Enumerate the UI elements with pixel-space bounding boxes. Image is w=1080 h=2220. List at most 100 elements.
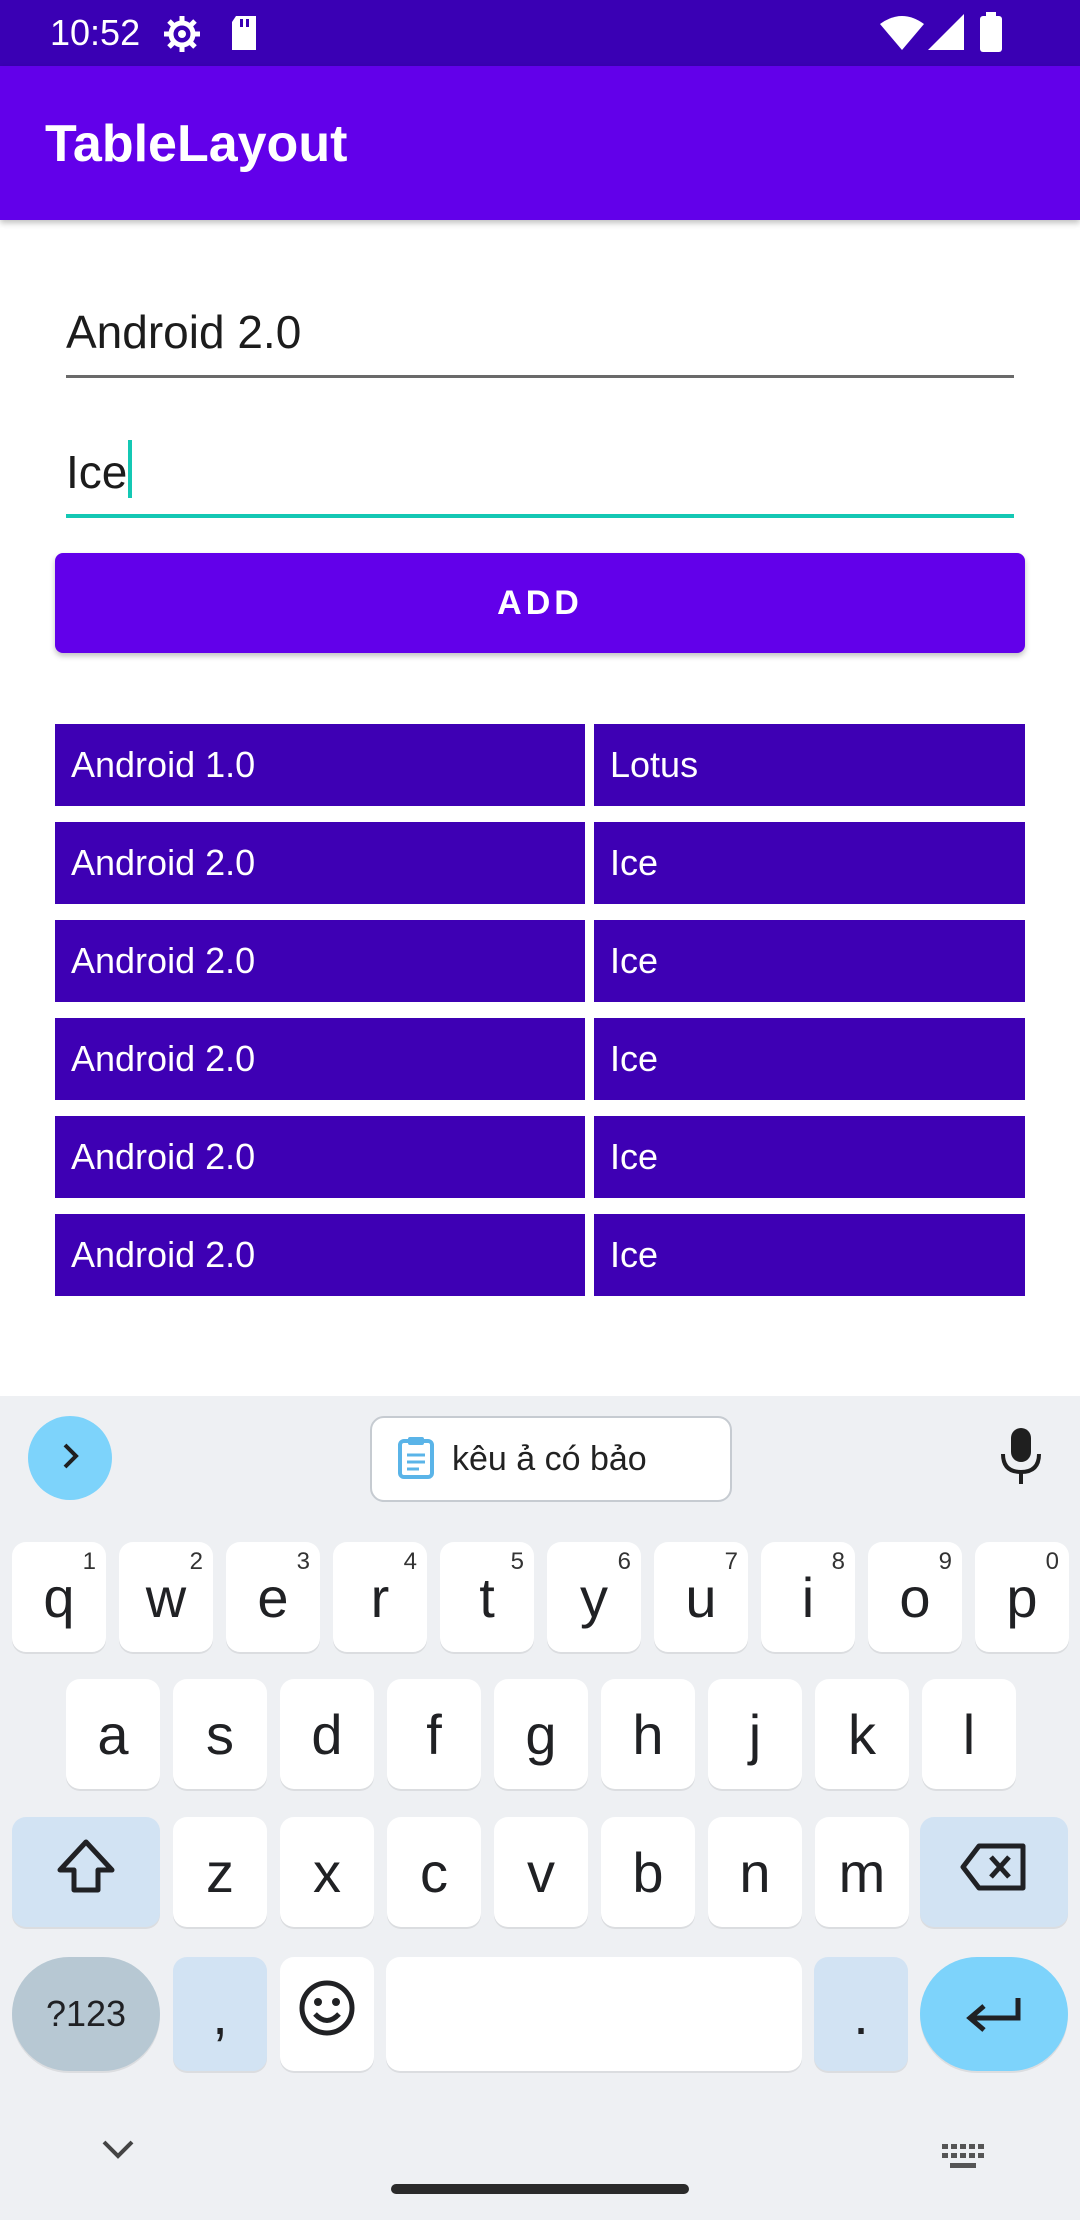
chevron-right-icon — [55, 1441, 85, 1476]
key-j[interactable]: j — [708, 1679, 802, 1789]
key-v-label: v — [527, 1840, 555, 1904]
battery-icon — [980, 12, 1002, 57]
emoji-key[interactable] — [280, 1957, 374, 2071]
clipboard-suggestion[interactable]: kêu ả có bảo — [370, 1416, 732, 1502]
enter-icon — [964, 1982, 1024, 2047]
key-f[interactable]: f — [387, 1679, 481, 1789]
symbols-key[interactable]: ?123 — [12, 1957, 160, 2071]
key-i[interactable]: i8 — [761, 1542, 855, 1652]
key-e[interactable]: e3 — [226, 1542, 320, 1652]
key-r-hint: 4 — [403, 1548, 417, 1575]
emoji-icon — [298, 1979, 356, 2050]
key-h[interactable]: h — [601, 1679, 695, 1789]
key-n[interactable]: n — [708, 1817, 802, 1927]
symbols-key-label: ?123 — [45, 1993, 127, 2034]
shift-key[interactable] — [12, 1817, 160, 1927]
version-cell: Android 1.0 — [55, 724, 585, 806]
version-table: Android 1.0 Lotus Android 2.0 Ice Android 2.… — [55, 724, 1025, 1312]
clipboard-icon — [396, 1435, 436, 1484]
key-u[interactable]: u7 — [654, 1542, 748, 1652]
key-m[interactable]: m — [815, 1817, 909, 1927]
key-f-label: f — [426, 1702, 442, 1766]
key-i-hint: 8 — [831, 1548, 845, 1575]
key-t-label: t — [479, 1565, 495, 1629]
codename-input[interactable]: Ice — [66, 440, 1014, 518]
key-y-hint: 6 — [617, 1548, 631, 1575]
key-d[interactable]: d — [280, 1679, 374, 1789]
key-p-label: p — [1006, 1565, 1038, 1629]
key-w[interactable]: w2 — [119, 1542, 213, 1652]
key-s[interactable]: s — [173, 1679, 267, 1789]
key-p-hint: 0 — [1045, 1548, 1059, 1575]
key-b[interactable]: b — [601, 1817, 695, 1927]
key-c[interactable]: c — [387, 1817, 481, 1927]
key-s-label: s — [206, 1702, 234, 1766]
key-d-label: d — [311, 1702, 343, 1766]
version-input-value: Android 2.0 — [66, 306, 302, 358]
key-r[interactable]: r4 — [333, 1542, 427, 1652]
key-a-label: a — [97, 1702, 129, 1766]
key-v[interactable]: v — [494, 1817, 588, 1927]
key-t[interactable]: t5 — [440, 1542, 534, 1652]
microphone-icon[interactable] — [998, 1426, 1044, 1491]
sd-card-icon — [228, 14, 260, 57]
space-key[interactable] — [386, 1957, 802, 2071]
codename-cell: Ice — [594, 1214, 1025, 1296]
key-u-label: u — [685, 1565, 717, 1629]
codename-cell: Ice — [594, 1116, 1025, 1198]
key-g[interactable]: g — [494, 1679, 588, 1789]
status-bar: 10:52 — [0, 0, 1080, 66]
home-indicator[interactable] — [391, 2184, 689, 2194]
version-input[interactable]: Android 2.0 — [66, 304, 1014, 378]
keyboard-expand-button[interactable] — [28, 1416, 112, 1500]
key-o[interactable]: o9 — [868, 1542, 962, 1652]
settings-icon — [162, 14, 202, 59]
key-n-label: n — [739, 1840, 771, 1904]
key-y[interactable]: y6 — [547, 1542, 641, 1652]
codename-cell: Ice — [594, 1018, 1025, 1100]
table-row: Android 2.0 Ice — [55, 1214, 1025, 1296]
enter-key[interactable] — [920, 1957, 1068, 2071]
suggestion-text: kêu ả có bảo — [452, 1439, 647, 1478]
key-l[interactable]: l — [922, 1679, 1016, 1789]
key-t-hint: 5 — [510, 1548, 524, 1575]
key-a[interactable]: a — [66, 1679, 160, 1789]
codename-cell: Ice — [594, 920, 1025, 1002]
app-title: TableLayout — [45, 115, 348, 173]
backspace-key[interactable] — [920, 1817, 1068, 1927]
key-h-label: h — [632, 1702, 664, 1766]
chevron-down-icon[interactable] — [98, 2136, 138, 2169]
comma-key-label: , — [212, 1982, 228, 2046]
key-z[interactable]: z — [173, 1817, 267, 1927]
codename-cell: Ice — [594, 822, 1025, 904]
key-p[interactable]: p0 — [975, 1542, 1069, 1652]
key-g-label: g — [525, 1702, 557, 1766]
add-button[interactable]: ADD — [55, 553, 1025, 653]
key-x[interactable]: x — [280, 1817, 374, 1927]
backspace-icon — [959, 1840, 1029, 1905]
keyboard-switch-icon[interactable] — [940, 2142, 986, 2177]
codename-cell: Lotus — [594, 724, 1025, 806]
table-row: Android 2.0 Ice — [55, 1018, 1025, 1100]
key-o-label: o — [899, 1565, 931, 1629]
key-k[interactable]: k — [815, 1679, 909, 1789]
codename-input-value: Ice — [66, 446, 128, 498]
period-key[interactable]: . — [814, 1957, 908, 2071]
key-e-label: e — [257, 1565, 289, 1629]
table-row: Android 2.0 Ice — [55, 1116, 1025, 1198]
comma-key[interactable]: , — [173, 1957, 267, 2071]
keyboard-toolbar: kêu ả có bảo — [0, 1396, 1080, 1516]
key-u-hint: 7 — [724, 1548, 738, 1575]
soft-keyboard: kêu ả có bảo q1w2e3r4t5y6u7i8o9p0asdfghj… — [0, 1396, 1080, 2220]
signal-icon — [928, 14, 964, 55]
key-r-label: r — [370, 1565, 390, 1629]
wifi-icon — [880, 16, 924, 55]
app-bar: TableLayout — [0, 66, 1080, 220]
text-cursor — [128, 440, 133, 498]
key-e-hint: 3 — [296, 1548, 310, 1575]
key-z-label: z — [206, 1840, 234, 1904]
period-key-label: . — [853, 1982, 869, 2046]
version-input-underline — [66, 375, 1014, 378]
key-x-label: x — [313, 1840, 341, 1904]
key-q[interactable]: q1 — [12, 1542, 106, 1652]
